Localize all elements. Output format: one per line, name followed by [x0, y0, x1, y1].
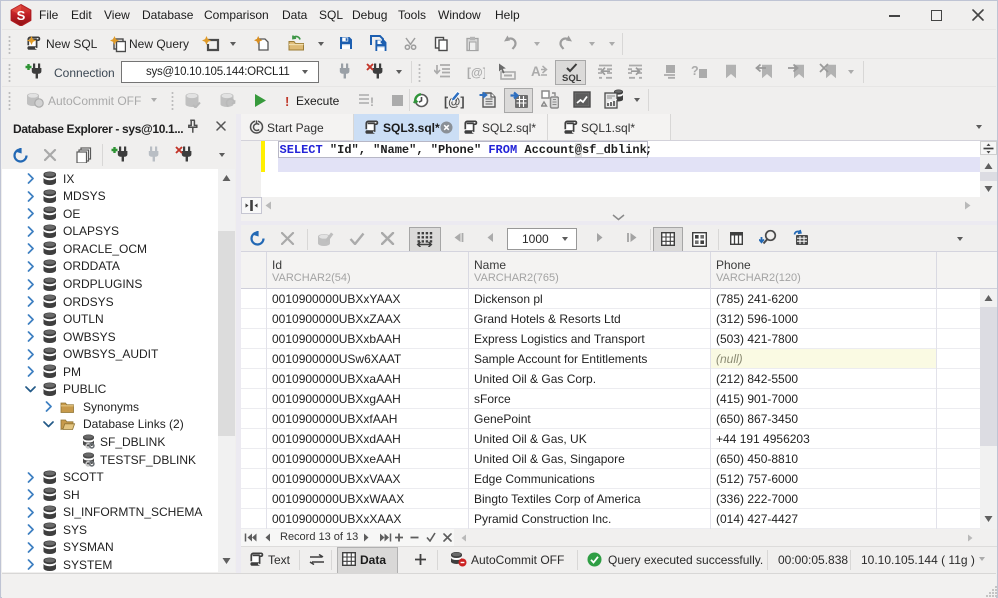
svg-text:!: ! — [370, 95, 374, 108]
svg-text:A: A — [531, 64, 541, 79]
svg-text:S: S — [17, 8, 26, 23]
svg-text:SQL: SQL — [562, 73, 581, 83]
svg-text:?: ? — [691, 64, 699, 78]
svg-text:[@]: [@] — [467, 66, 485, 80]
